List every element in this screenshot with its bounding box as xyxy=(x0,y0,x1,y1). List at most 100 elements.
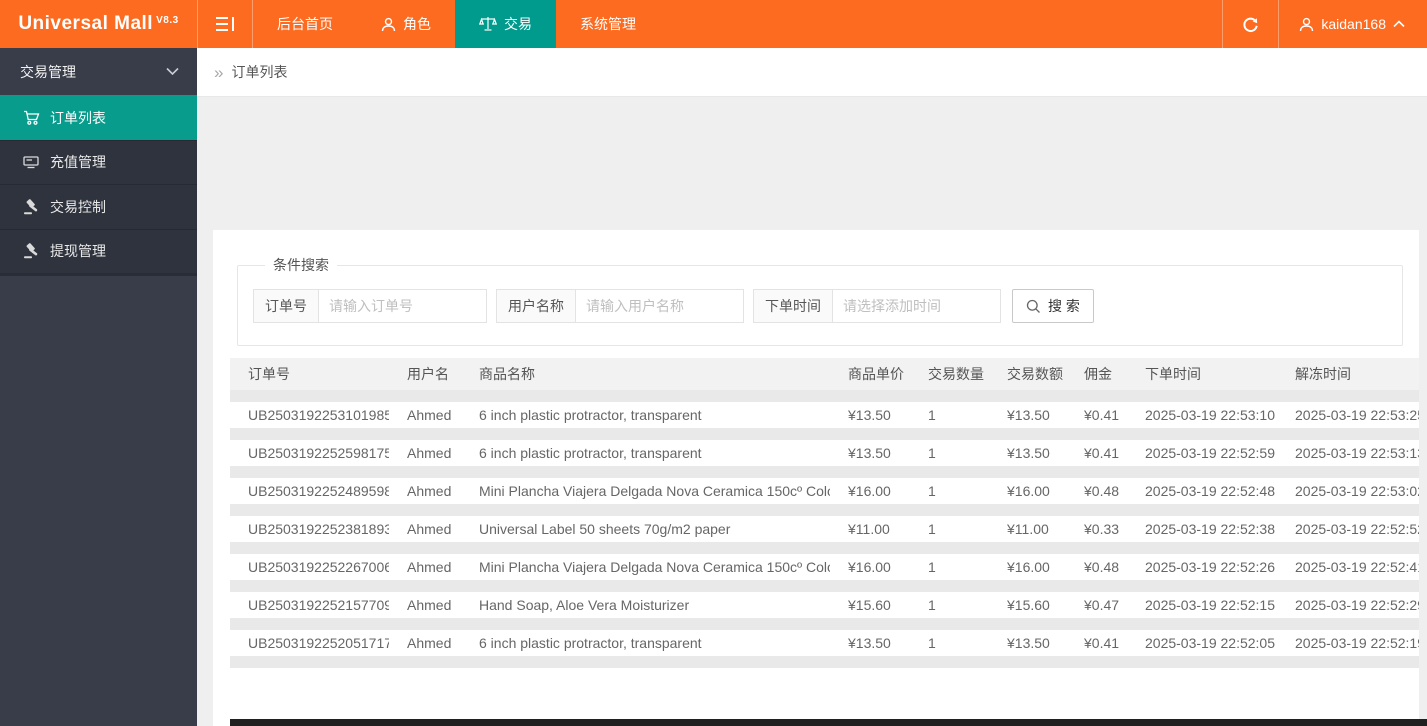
table-cell: 2025-03-19 22:52:59 xyxy=(1127,434,1277,478)
scales-icon xyxy=(479,16,497,32)
main-content: » 订单列表 条件搜索 订单号 用户名称 下单时间 xyxy=(197,48,1427,726)
col-amount: 交易数额 xyxy=(989,358,1066,402)
table-row: UB2503192253101985 Ahmed 6 inch plastic pr… xyxy=(230,396,1419,440)
username-field-group: 用户名称 xyxy=(496,289,744,323)
table-cell: 2025-03-19 22:52:26 xyxy=(1127,548,1277,592)
sidebar-item-label: 提现管理 xyxy=(50,243,106,260)
orders-panel: 条件搜索 订单号 用户名称 下单时间 xyxy=(213,230,1419,726)
search-fieldset: 条件搜索 订单号 用户名称 下单时间 xyxy=(237,255,1403,346)
table-cell: UB2503192253101985 xyxy=(230,396,389,440)
sidebar-group-trade-management[interactable]: 交易管理 xyxy=(0,48,197,95)
table-cell: ¥15.60 xyxy=(830,586,910,630)
table-cell: UB2503192252489598 xyxy=(230,472,389,516)
table-cell: UB2503192252598175 xyxy=(230,434,389,478)
table-cell: Mini Plancha Viajera Delgada Nova Cerami… xyxy=(461,548,830,592)
top-nav: 后台首页 角色 交易 系统管理 xyxy=(253,0,660,48)
table-cell: Ahmed xyxy=(389,510,461,554)
refresh-icon xyxy=(1242,16,1259,33)
gavel-icon xyxy=(22,198,40,215)
table-row: UB2503192252489598 Ahmed Mini Plancha Viaj… xyxy=(230,472,1419,516)
sidebar-item-recharge-management[interactable]: 充值管理 xyxy=(0,139,197,184)
table-cell: Ahmed xyxy=(389,548,461,592)
table-row: UB2503192252051717 Ahmed 6 inch plastic pr… xyxy=(230,624,1419,668)
horizontal-scrollbar[interactable] xyxy=(230,719,1427,726)
col-order-time: 下单时间 xyxy=(1127,358,1277,402)
table-row: UB2503192252598175 Ahmed 6 inch plastic pr… xyxy=(230,434,1419,478)
table-cell: ¥16.00 xyxy=(830,548,910,592)
user-icon xyxy=(381,17,396,32)
order-number-label: 订单号 xyxy=(253,289,318,323)
table-cell: 2025-03-19 22:52:15 xyxy=(1127,586,1277,630)
breadcrumb-separator-icon: » xyxy=(214,62,224,82)
username-input[interactable] xyxy=(575,289,744,323)
table-cell: ¥0.41 xyxy=(1066,434,1127,478)
table-row: UB2503192252267006 Ahmed Mini Plancha Viaj… xyxy=(230,548,1419,592)
table-cell: ¥0.48 xyxy=(1066,548,1127,592)
table-cell: Ahmed xyxy=(389,396,461,440)
user-icon xyxy=(1299,17,1314,32)
table-cell: ¥15.60 xyxy=(989,586,1066,630)
table-cell: 1 xyxy=(910,434,989,478)
table-cell: 1 xyxy=(910,586,989,630)
table-cell: 6 inch plastic protractor, transparent xyxy=(461,624,830,668)
search-form: 订单号 用户名称 下单时间 xyxy=(253,289,1402,323)
sidebar-item-label: 充值管理 xyxy=(50,154,106,171)
table-cell: ¥16.00 xyxy=(989,548,1066,592)
nav-item-trade[interactable]: 交易 xyxy=(455,0,556,48)
table-cell: ¥11.00 xyxy=(830,510,910,554)
order-time-field-group: 下单时间 xyxy=(753,289,1001,323)
table-row: UB2503192252381893 Ahmed Universal Label 5… xyxy=(230,510,1419,554)
app-logo: Universal Mall V8.3 xyxy=(0,0,197,48)
nav-item-label: 角色 xyxy=(403,16,431,32)
nav-item-home[interactable]: 后台首页 xyxy=(253,0,357,48)
refresh-button[interactable] xyxy=(1223,0,1278,48)
table-cell: 6 inch plastic protractor, transparent xyxy=(461,396,830,440)
sidebar-items: 订单列表 充值管理 交易控制 提现管理 xyxy=(0,95,197,276)
order-number-field-group: 订单号 xyxy=(253,289,487,323)
sidebar-item-trade-control[interactable]: 交易控制 xyxy=(0,184,197,229)
nav-item-roles[interactable]: 角色 xyxy=(357,0,455,48)
table-cell: 2025-03-19 22:52:19 xyxy=(1277,624,1419,668)
table-cell: ¥16.00 xyxy=(989,472,1066,516)
table-cell: Ahmed xyxy=(389,586,461,630)
chevron-down-icon xyxy=(166,67,179,76)
table-cell: ¥13.50 xyxy=(989,624,1066,668)
col-username: 用户名 xyxy=(389,358,461,402)
user-menu[interactable]: kaidan168 xyxy=(1279,0,1427,48)
breadcrumb-current: 订单列表 xyxy=(231,64,288,80)
table-cell: UB2503192252051717 xyxy=(230,624,389,668)
sidebar-item-label: 交易控制 xyxy=(50,198,106,215)
table-cell: 2025-03-19 22:53:10 xyxy=(1127,396,1277,440)
table-header-row: 订单号 用户名 商品名称 商品单价 交易数量 交易数额 佣金 下单时间 解冻时间 xyxy=(230,358,1419,402)
order-time-label: 下单时间 xyxy=(753,289,832,323)
table-cell: 1 xyxy=(910,510,989,554)
username-label: 用户名称 xyxy=(496,289,575,323)
sidebar-item-order-list[interactable]: 订单列表 xyxy=(0,95,197,140)
table-cell: ¥0.41 xyxy=(1066,396,1127,440)
order-time-input[interactable] xyxy=(832,289,1001,323)
table-cell: 1 xyxy=(910,396,989,440)
col-order-number: 订单号 xyxy=(230,358,389,402)
table-cell: Mini Plancha Viajera Delgada Nova Cerami… xyxy=(461,472,830,516)
collapse-sidebar-button[interactable] xyxy=(198,0,252,48)
col-quantity: 交易数量 xyxy=(910,358,989,402)
table-cell: ¥13.50 xyxy=(830,396,910,440)
table-cell: 2025-03-19 22:53:13 xyxy=(1277,434,1419,478)
order-number-input[interactable] xyxy=(318,289,487,323)
sidebar: 交易管理 订单列表 充值管理 交易控制 提现管理 xyxy=(0,48,197,726)
table-cell: 2025-03-19 22:52:48 xyxy=(1127,472,1277,516)
table-row: UB2503192252157709 Ahmed Hand Soap, Aloe V… xyxy=(230,586,1419,630)
search-button[interactable]: 搜 索 xyxy=(1012,289,1094,323)
sidebar-group-label: 交易管理 xyxy=(20,63,76,80)
table-cell: 2025-03-19 22:52:29 xyxy=(1277,586,1419,630)
col-product-name: 商品名称 xyxy=(461,358,830,402)
sidebar-item-withdrawal-management[interactable]: 提现管理 xyxy=(0,228,197,273)
gavel-icon xyxy=(22,243,40,259)
table-cell: 2025-03-19 22:52:41 xyxy=(1277,548,1419,592)
nav-item-system[interactable]: 系统管理 xyxy=(556,0,660,48)
table-cell: Hand Soap, Aloe Vera Moisturizer xyxy=(461,586,830,630)
search-button-label: 搜 索 xyxy=(1048,298,1080,314)
table-cell: UB2503192252381893 xyxy=(230,510,389,554)
table-cell: ¥13.50 xyxy=(830,434,910,478)
app-version: V8.3 xyxy=(156,14,179,26)
